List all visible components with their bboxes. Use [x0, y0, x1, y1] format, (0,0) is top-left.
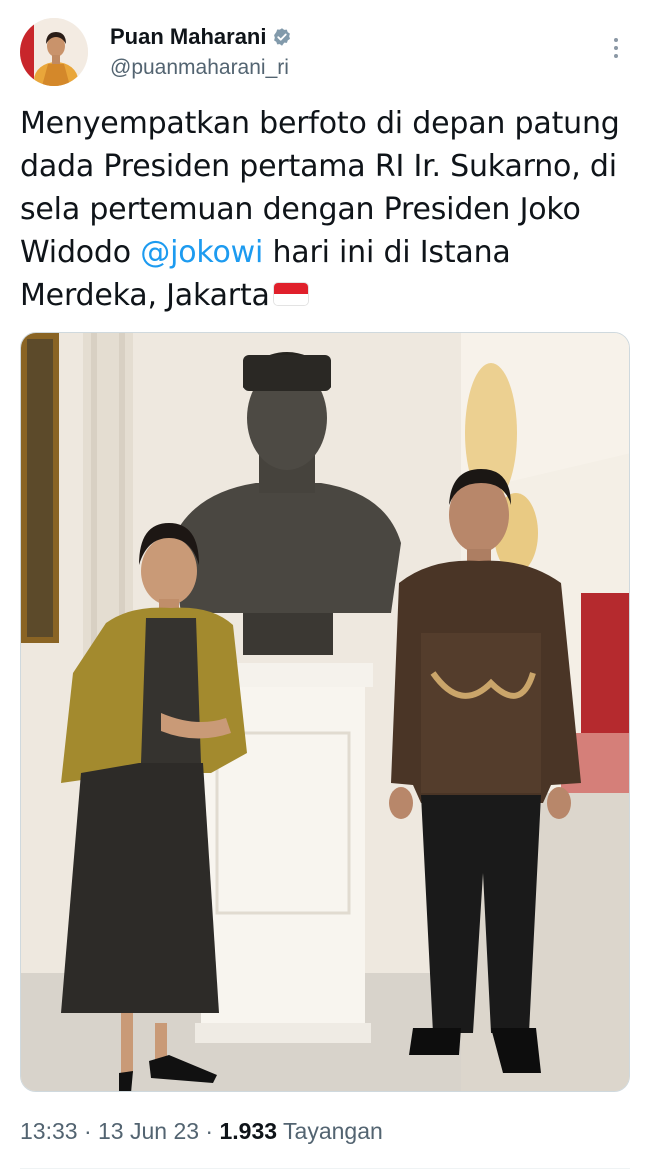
tweet-meta: 13:33 · 13 Jun 23 · 1.933 Tayangan — [20, 1118, 383, 1145]
tweet-time[interactable]: 13:33 — [20, 1118, 78, 1144]
verified-badge-icon — [272, 27, 292, 47]
photo-image — [21, 333, 629, 1091]
mention-link[interactable]: @jokowi — [140, 235, 263, 270]
author-handle[interactable]: @puanmaharani_ri — [110, 56, 289, 80]
indonesia-flag-icon — [273, 282, 308, 305]
author-avatar[interactable] — [20, 18, 88, 86]
meta-separator: · — [199, 1118, 220, 1144]
divider — [20, 1168, 630, 1169]
tweet-photo[interactable] — [20, 332, 630, 1092]
tweet-text: Menyempatkan berfoto di depan patung dad… — [20, 102, 632, 317]
tweet-date[interactable]: 13 Jun 23 — [98, 1118, 199, 1144]
meta-separator: · — [77, 1118, 99, 1144]
views-count: 1.933 — [219, 1118, 278, 1144]
tweet-header: Puan Maharani @puanmaharani_ri — [20, 18, 630, 90]
avatar-image — [20, 18, 88, 86]
display-name[interactable]: Puan Maharani — [110, 24, 266, 50]
more-options-icon[interactable] — [602, 34, 630, 62]
name-row: Puan Maharani — [110, 24, 292, 50]
views-label: Tayangan — [277, 1118, 383, 1144]
